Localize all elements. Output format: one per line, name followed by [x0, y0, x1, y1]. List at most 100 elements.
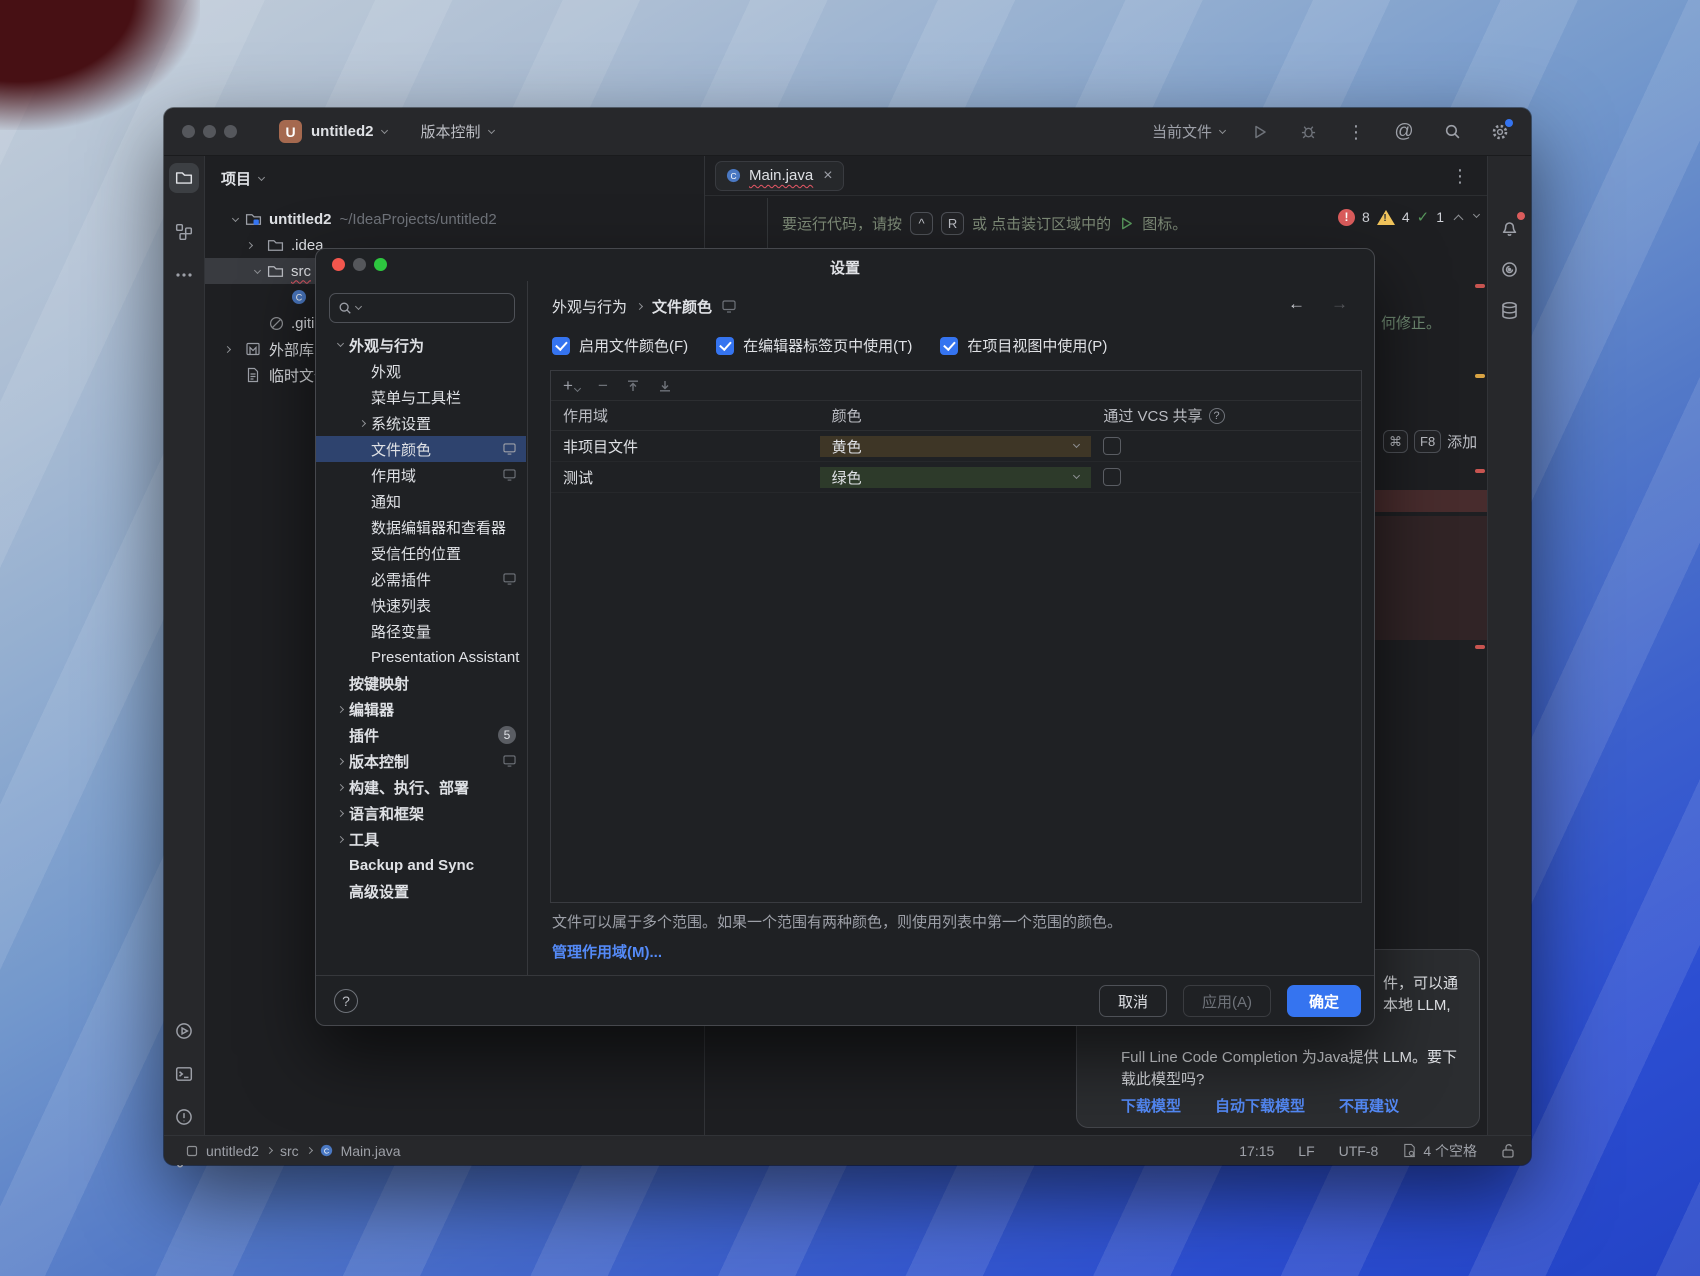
nav-item-data-editors-viewers[interactable]: 数据编辑器和查看器: [316, 514, 526, 540]
color-select-green[interactable]: 绿色: [819, 466, 1092, 488]
manage-scopes-link[interactable]: 管理作用域(M)...: [552, 944, 662, 961]
nav-item-advanced-settings[interactable]: 高级设置: [316, 878, 526, 904]
encoding-widget[interactable]: UTF-8: [1339, 1143, 1379, 1159]
nav-item-build-execution-deployment[interactable]: 构建、执行、部署: [316, 774, 526, 800]
tree-item-untitled2-root[interactable]: untitled2 ~/IdeaProjects/untitled2: [205, 206, 704, 232]
table-row-non-project-files[interactable]: 非项目文件 黄色: [551, 431, 1361, 462]
ok-button[interactable]: 确定: [1287, 985, 1361, 1017]
passed-count: 1: [1436, 209, 1444, 225]
ai-chat-tool-window-button[interactable]: [1495, 254, 1525, 284]
help-button[interactable]: ?: [334, 989, 358, 1013]
nav-item-languages-frameworks[interactable]: 语言和框架: [316, 800, 526, 826]
nav-item-file-colors[interactable]: 文件颜色: [316, 436, 526, 462]
vcs-share-checkbox[interactable]: [1103, 468, 1122, 486]
next-problem-icon[interactable]: [1472, 210, 1481, 218]
more-actions-menu[interactable]: ⋮: [1343, 119, 1369, 145]
chevron-right-icon: [336, 705, 345, 713]
vcs-menu[interactable]: 版本控制: [421, 121, 481, 142]
status-crumb-file[interactable]: Main.java: [341, 1143, 401, 1159]
database-tool-window-button[interactable]: [1495, 295, 1525, 325]
use-in-editor-tabs-checkbox[interactable]: 在编辑器标签页中使用(T): [716, 335, 912, 356]
settings-gear-icon[interactable]: [1487, 118, 1513, 145]
nav-item-presentation-assistant[interactable]: Presentation Assistant: [316, 644, 526, 670]
run-configuration-selector[interactable]: 当前文件: [1152, 121, 1227, 142]
nav-item-path-variables[interactable]: 路径变量: [316, 618, 526, 644]
chevron-right-icon: [635, 302, 644, 311]
run-button[interactable]: [1247, 119, 1273, 145]
move-down-button[interactable]: [658, 379, 672, 393]
nav-item-tools[interactable]: 工具: [316, 826, 526, 852]
minimize-window-button[interactable]: [203, 125, 216, 138]
move-up-button[interactable]: [626, 379, 640, 393]
inspections-widget[interactable]: ! 8 ! 4 ✓ 1: [1338, 208, 1481, 226]
close-tab-icon[interactable]: ×: [823, 167, 832, 185]
nav-item-keymap[interactable]: 按键映射: [316, 670, 526, 696]
vcs-share-checkbox[interactable]: [1103, 437, 1122, 455]
more-tool-windows-button[interactable]: [169, 260, 199, 290]
scrollbar-error-mark[interactable]: [1475, 645, 1485, 649]
project-tool-window-button[interactable]: [169, 163, 199, 193]
color-select-yellow[interactable]: 黄色: [819, 435, 1092, 457]
scrollbar-error-mark[interactable]: [1475, 469, 1485, 473]
line-separator-widget[interactable]: LF: [1298, 1143, 1314, 1159]
back-arrow-icon[interactable]: ←: [1288, 294, 1305, 314]
nav-item-backup-sync[interactable]: Backup and Sync: [316, 852, 526, 878]
notifications-bell-icon[interactable]: [1495, 212, 1525, 242]
project-name-menu[interactable]: untitled2: [311, 123, 374, 140]
nav-item-editor[interactable]: 编辑器: [316, 696, 526, 722]
problems-tool-window-button[interactable]: [169, 1102, 199, 1132]
cancel-button[interactable]: 取消: [1098, 985, 1167, 1017]
scrollbar-error-mark[interactable]: [1475, 284, 1485, 288]
file-colors-note: 文件可以属于多个范围。如果一个范围有两种颜色，则使用列表中第一个范围的颜色。: [552, 914, 1123, 931]
nav-item-menus-toolbars[interactable]: 菜单与工具栏: [316, 384, 526, 410]
shared-settings-icon: [722, 300, 736, 313]
search-everywhere-button[interactable]: [1439, 119, 1465, 145]
scope-cell: 测试: [563, 469, 594, 487]
commit-tool-window-button[interactable]: [169, 217, 199, 247]
download-model-link[interactable]: 下载模型: [1121, 1095, 1181, 1116]
help-icon[interactable]: ?: [1208, 407, 1225, 424]
table-row-tests[interactable]: 测试 绿色: [551, 462, 1361, 493]
search-options-icon[interactable]: [354, 302, 363, 311]
add-scope-button[interactable]: +: [563, 376, 581, 396]
left-tool-strip: [164, 156, 205, 1168]
nav-item-appearance-behavior[interactable]: 外观与行为: [316, 332, 526, 358]
tab-main-java[interactable]: C Main.java ×: [715, 160, 844, 191]
dont-suggest-link[interactable]: 不再建议: [1339, 1095, 1399, 1116]
nav-item-system-settings[interactable]: 系统设置: [316, 410, 526, 436]
status-crumb-src[interactable]: src: [280, 1143, 299, 1159]
status-crumb-project[interactable]: untitled2: [206, 1143, 259, 1159]
run-tool-window-button[interactable]: [169, 1016, 199, 1046]
debug-button[interactable]: [1295, 119, 1321, 145]
enable-file-colors-checkbox[interactable]: 启用文件颜色(F): [552, 335, 688, 356]
prev-problem-icon[interactable]: [1453, 214, 1464, 224]
project-panel-header[interactable]: 项目: [221, 164, 266, 192]
check-icon: ✓: [1416, 209, 1430, 226]
ignored-file-icon: [269, 316, 284, 331]
nav-item-trusted-locations[interactable]: 受信任的位置: [316, 540, 526, 566]
settings-search-input[interactable]: [365, 300, 485, 316]
maximize-window-button[interactable]: [224, 125, 237, 138]
breadcrumb-appearance-behavior[interactable]: 外观与行为: [552, 296, 627, 317]
nav-item-plugins[interactable]: 插件 5: [316, 722, 526, 748]
nav-item-appearance[interactable]: 外观: [316, 358, 526, 384]
tab-options-menu[interactable]: ⋮: [1451, 167, 1469, 185]
nav-item-notifications[interactable]: 通知: [316, 488, 526, 514]
svg-text:C: C: [296, 293, 303, 303]
nav-item-scopes[interactable]: 作用域: [316, 462, 526, 488]
use-in-project-view-checkbox[interactable]: 在项目视图中使用(P): [940, 335, 1107, 356]
nav-item-required-plugins[interactable]: 必需插件: [316, 566, 526, 592]
settings-search-field[interactable]: [329, 293, 515, 323]
nav-item-version-control[interactable]: 版本控制: [316, 748, 526, 774]
warning-count: 4: [1401, 209, 1410, 225]
close-window-button[interactable]: [182, 125, 195, 138]
ai-assistant-icon[interactable]: @: [1391, 119, 1417, 145]
scrollbar-warning-mark[interactable]: [1475, 374, 1485, 378]
indent-widget[interactable]: 4 个空格: [1402, 1141, 1477, 1161]
nav-item-quick-lists[interactable]: 快速列表: [316, 592, 526, 618]
cursor-position-widget[interactable]: 17:15: [1239, 1143, 1274, 1159]
terminal-tool-window-button[interactable]: [169, 1059, 199, 1089]
auto-download-model-link[interactable]: 自动下载模型: [1215, 1095, 1305, 1116]
unlocked-icon[interactable]: [1501, 1143, 1515, 1158]
remove-scope-button[interactable]: −: [598, 376, 608, 396]
